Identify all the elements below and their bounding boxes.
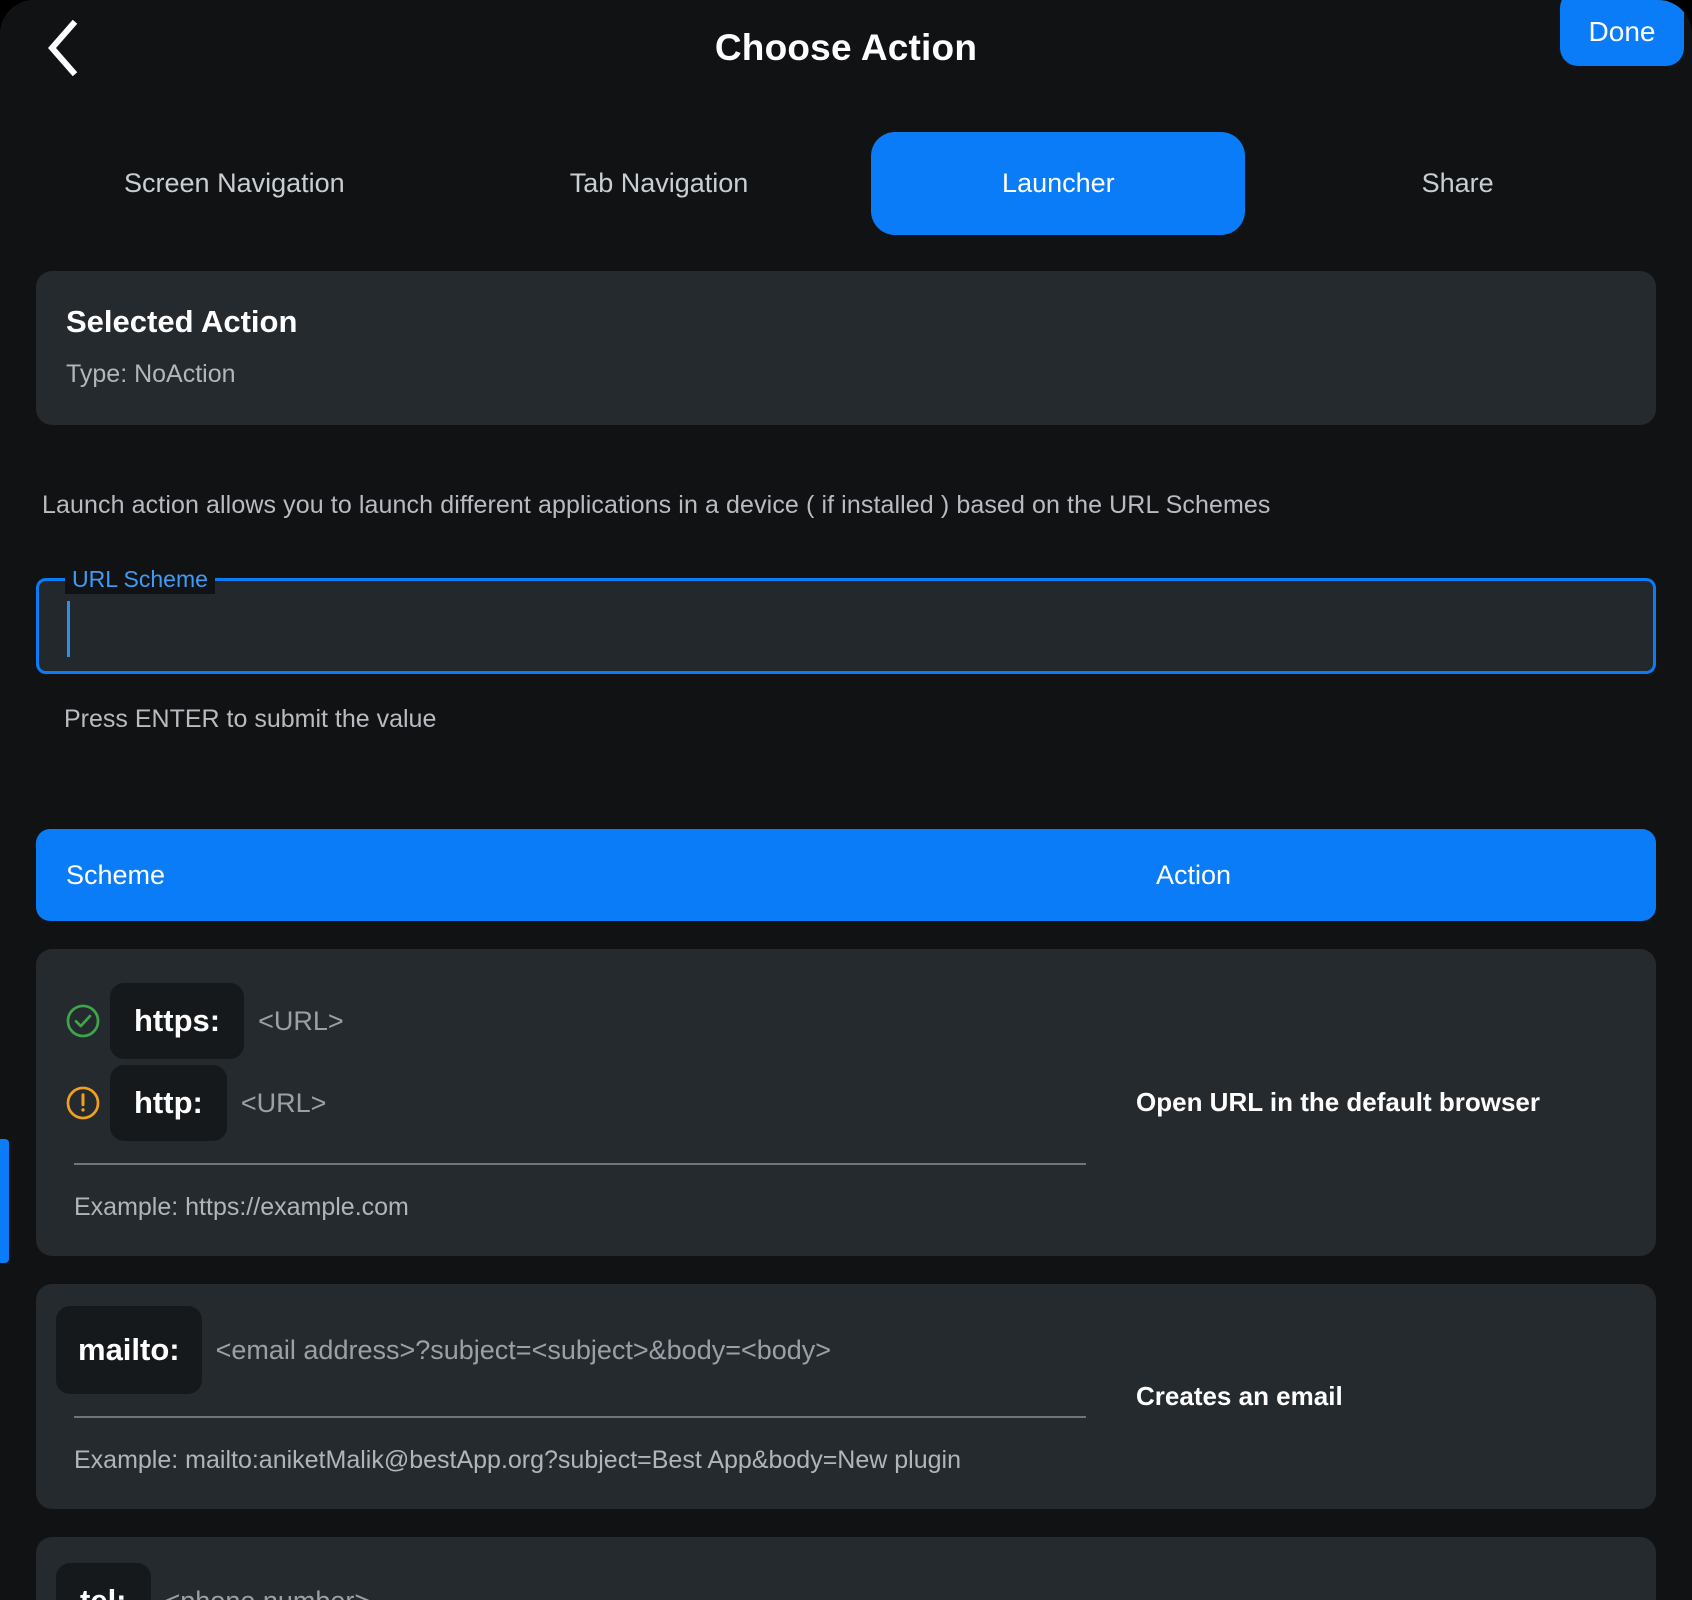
- app-root: Choose Action Done Screen Navigation Tab…: [0, 0, 1692, 1600]
- check-circle-icon: [56, 1002, 110, 1040]
- done-button[interactable]: Done: [1560, 0, 1684, 66]
- table-row[interactable]: https: <URL> http: <URL> Example: https:…: [36, 949, 1656, 1256]
- scheme-chip: tel:: [56, 1563, 151, 1600]
- scheme-table-header: Scheme Action: [36, 829, 1656, 921]
- scheme-args: <email address>?subject=<subject>&body=<…: [215, 1334, 832, 1365]
- row-action-label: Open URL in the default browser: [1136, 1086, 1541, 1117]
- scheme-args: <URL>: [258, 1005, 344, 1036]
- row-action-label: Creates an email: [1136, 1380, 1343, 1411]
- chevron-left-icon: [45, 20, 79, 76]
- url-scheme-input[interactable]: URL Scheme: [36, 564, 1656, 674]
- scheme-args: <URL>: [240, 1087, 327, 1118]
- table-row[interactable]: tel: <phone number>: [36, 1537, 1656, 1600]
- scroll-body: Selected Action Type: NoAction Launch ac…: [0, 271, 1692, 1600]
- back-button[interactable]: [24, 10, 100, 86]
- launcher-description: Launch action allows you to launch diffe…: [42, 491, 1271, 519]
- scheme-entry-https: https: <URL>: [56, 983, 1096, 1059]
- row-action-cell: Open URL in the default browser: [1126, 949, 1656, 1256]
- tab-screen-navigation[interactable]: Screen Navigation: [22, 132, 447, 235]
- scheme-chip: https:: [110, 983, 245, 1059]
- url-scheme-field-wrap: URL Scheme Press ENTER to submit the val…: [36, 564, 1656, 734]
- table-row[interactable]: mailto: <email address>?subject=<subject…: [36, 1284, 1656, 1509]
- scroll-position-indicator[interactable]: [0, 1139, 9, 1263]
- url-scheme-hint: Press ENTER to submit the value: [64, 705, 437, 733]
- column-header-action: Action: [1156, 859, 1232, 890]
- row-scheme-cell: mailto: <email address>?subject=<subject…: [36, 1284, 1126, 1509]
- scheme-chip: http:: [110, 1065, 227, 1141]
- page-title: Choose Action: [714, 27, 978, 68]
- text-caret: [67, 601, 70, 657]
- selected-action-card: Selected Action Type: NoAction: [36, 271, 1656, 425]
- scheme-entry-tel: tel: <phone number>: [56, 1563, 1096, 1600]
- tab-launcher[interactable]: Launcher: [871, 132, 1246, 235]
- row-divider: [74, 1163, 1086, 1165]
- tab-tab-navigation[interactable]: Tab Navigation: [447, 132, 872, 235]
- column-header-scheme: Scheme: [66, 859, 166, 890]
- selected-action-type: Type: NoAction: [66, 360, 236, 388]
- warning-circle-icon: [56, 1084, 110, 1122]
- scheme-entry-http: http: <URL>: [56, 1065, 1096, 1141]
- row-action-cell: Creates an email: [1126, 1284, 1656, 1509]
- action-type-tabs: Screen Navigation Tab Navigation Launche…: [0, 96, 1692, 271]
- url-scheme-label: URL Scheme: [65, 564, 215, 594]
- row-example: Example: https://example.com: [74, 1193, 409, 1221]
- scheme-chip: mailto:: [56, 1306, 202, 1394]
- row-action-cell: [1126, 1537, 1656, 1600]
- scheme-entry-mailto: mailto: <email address>?subject=<subject…: [56, 1306, 1096, 1394]
- row-scheme-cell: tel: <phone number>: [36, 1537, 1126, 1600]
- tab-share[interactable]: Share: [1245, 132, 1670, 235]
- row-scheme-cell: https: <URL> http: <URL> Example: https:…: [36, 949, 1126, 1256]
- row-example: Example: mailto:aniketMalik@bestApp.org?…: [74, 1446, 961, 1474]
- scheme-args: <phone number>: [165, 1586, 371, 1600]
- selected-action-title: Selected Action: [66, 304, 298, 339]
- row-divider: [74, 1416, 1086, 1418]
- app-header: Choose Action Done: [0, 0, 1692, 96]
